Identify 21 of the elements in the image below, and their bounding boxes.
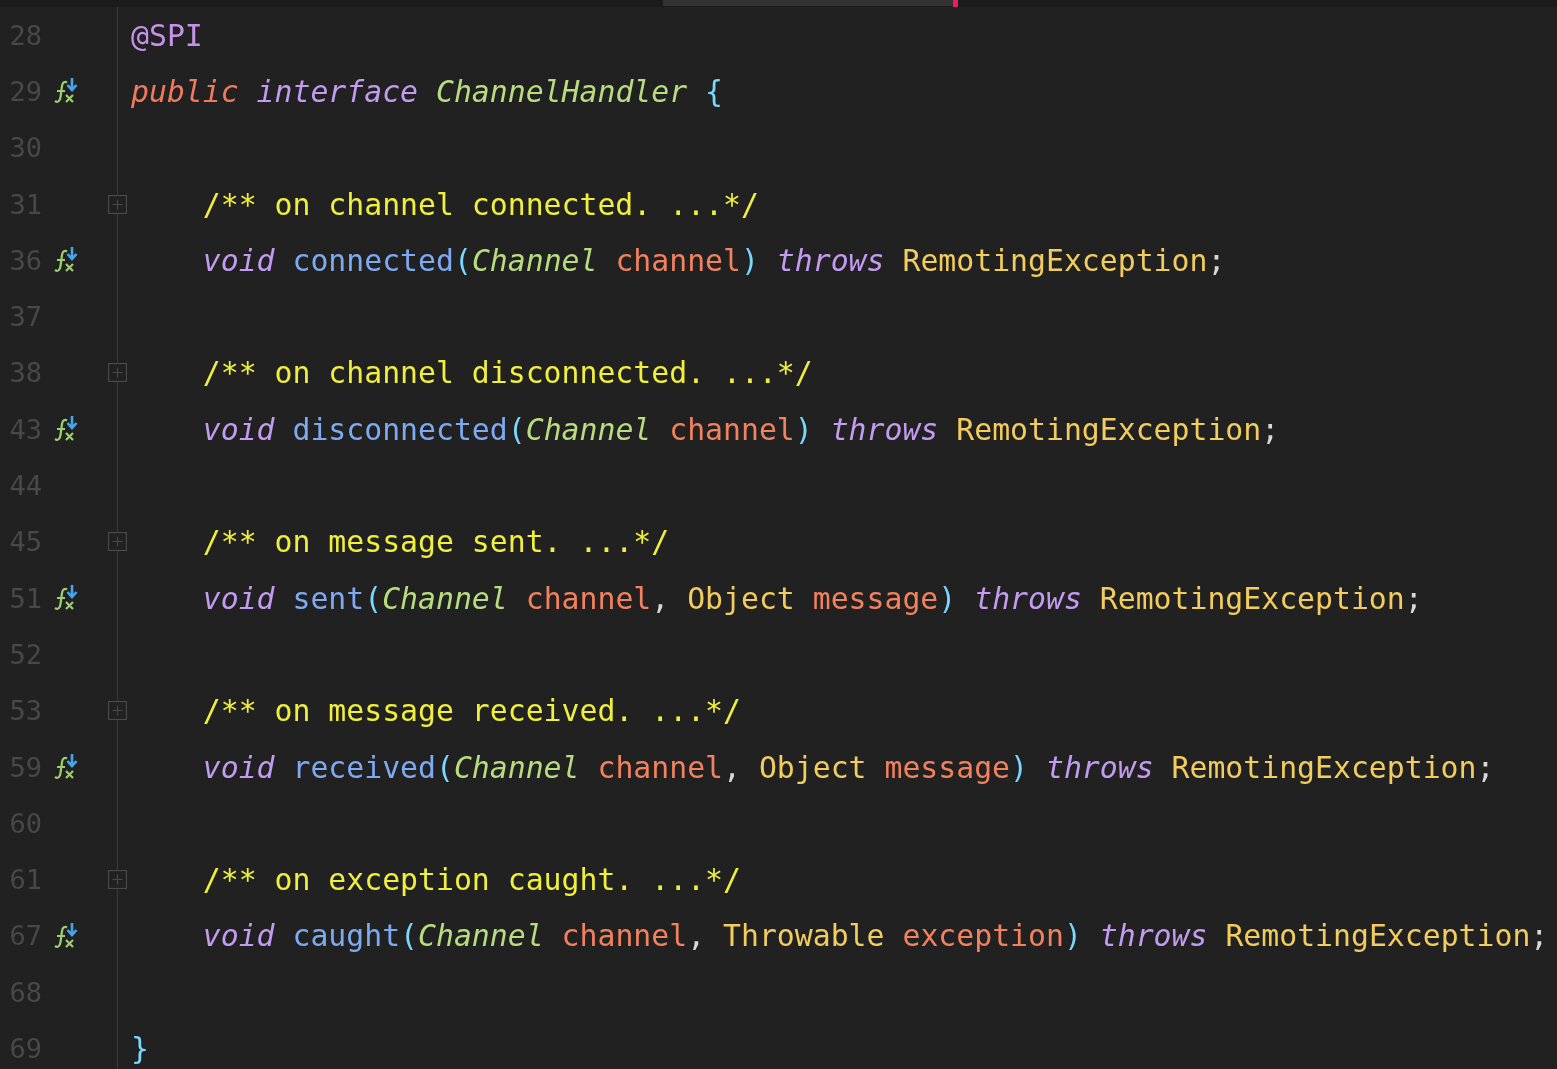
- code-line: void disconnected(Channel channel) throws RemotingException;: [201, 411, 1280, 447]
- function-arrow-icon[interactable]: [52, 77, 80, 106]
- code-line: void caught(Channel channel, Throwable exception) throws RemotingException;: [201, 918, 1549, 954]
- function-arrow-icon[interactable]: [52, 415, 80, 444]
- function-arrow-icon[interactable]: [52, 753, 80, 781]
- function-arrow-icon[interactable]: [52, 246, 80, 275]
- code-line: /** on exception caught. ...*/: [201, 862, 741, 898]
- function-arrow-icon[interactable]: [52, 921, 80, 950]
- code-line: /** on message received. ...*/: [201, 693, 741, 729]
- scroll-marker: [953, 0, 958, 7]
- code-line: void connected(Channel channel) throws RemotingException;: [201, 242, 1226, 278]
- code-line: @SPI: [131, 17, 203, 53]
- function-arrow-icon[interactable]: [52, 584, 80, 613]
- scrollbar-thumb[interactable]: [663, 0, 953, 6]
- code-line: void sent(Channel channel, Object message) throws RemotingException;: [201, 580, 1423, 616]
- code-line: void received(Channel channel, Object message) throws RemotingException;: [201, 749, 1495, 785]
- code-line: public interface ChannelHandler {: [131, 73, 724, 109]
- code-line: /** on message sent. ...*/: [201, 524, 670, 560]
- code-line: }: [131, 1031, 149, 1066]
- code-line: /** on channel connected. ...*/: [201, 186, 759, 222]
- code-line: /** on channel disconnected. ...*/: [201, 355, 813, 391]
